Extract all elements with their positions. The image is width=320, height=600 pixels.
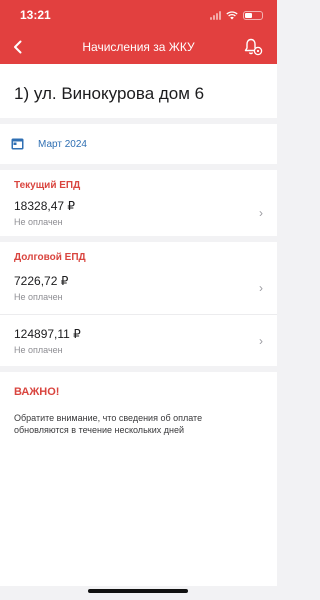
bill-status: Не оплачен — [14, 344, 63, 355]
status-icons — [210, 10, 263, 20]
address-title: 1) ул. Винокурова дом 6 — [14, 84, 205, 103]
chevron-right-icon: › — [259, 281, 263, 295]
bill-amount: 124897,11 ₽ — [14, 326, 81, 341]
debt-epd-row[interactable]: 7226,72 ₽ Не оплачен › — [0, 262, 277, 314]
back-button[interactable] — [6, 34, 30, 60]
debt-epd-title: Долговой ЕПД — [14, 252, 86, 263]
debt-epd-row[interactable]: 124897,11 ₽ Не оплачен › — [0, 314, 277, 366]
notice-title: ВАЖНО! — [14, 386, 60, 398]
current-epd-card: Текущий ЕПД 18328,47 ₽ Не оплачен › — [0, 170, 277, 236]
chevron-right-icon: › — [259, 206, 263, 220]
bill-amount: 7226,72 ₽ — [14, 274, 69, 288]
notification-settings-button[interactable] — [241, 34, 265, 60]
home-indicator — [88, 589, 188, 593]
wifi-icon — [226, 10, 238, 19]
status-time: 13:21 — [20, 8, 51, 22]
page-title: Начисления за ЖКУ — [82, 40, 195, 54]
app-header: 13:21 Начисления за ЖКУ — [0, 0, 277, 64]
period-label: Март 2024 — [38, 138, 87, 150]
calendar-icon — [11, 138, 24, 150]
status-bar: 13:21 — [0, 0, 277, 30]
bill-amount: 18328,47 ₽ — [14, 199, 76, 213]
period-selector[interactable]: Март 2024 — [0, 124, 277, 164]
current-epd-title: Текущий ЕПД — [14, 180, 81, 191]
cellular-signal-icon — [210, 10, 221, 20]
chevron-left-icon — [14, 40, 22, 54]
address-section: 1) ул. Винокурова дом 6 — [0, 64, 277, 118]
battery-icon — [243, 10, 263, 20]
bill-status: Не оплачен — [14, 217, 63, 227]
bill-status: Не оплачен — [14, 292, 63, 302]
current-epd-row[interactable]: 18328,47 ₽ Не оплачен › — [0, 190, 277, 236]
notice-text: Обратите внимание, что сведения об оплат… — [14, 413, 203, 435]
nav-bar: Начисления за ЖКУ — [0, 30, 277, 64]
bell-settings-icon — [244, 38, 263, 56]
notice-section: ВАЖНО! Обратите внимание, что сведения о… — [0, 372, 277, 586]
debt-epd-card: Долговой ЕПД 7226,72 ₽ Не оплачен › 1248… — [0, 242, 277, 366]
chevron-right-icon: › — [259, 333, 263, 348]
